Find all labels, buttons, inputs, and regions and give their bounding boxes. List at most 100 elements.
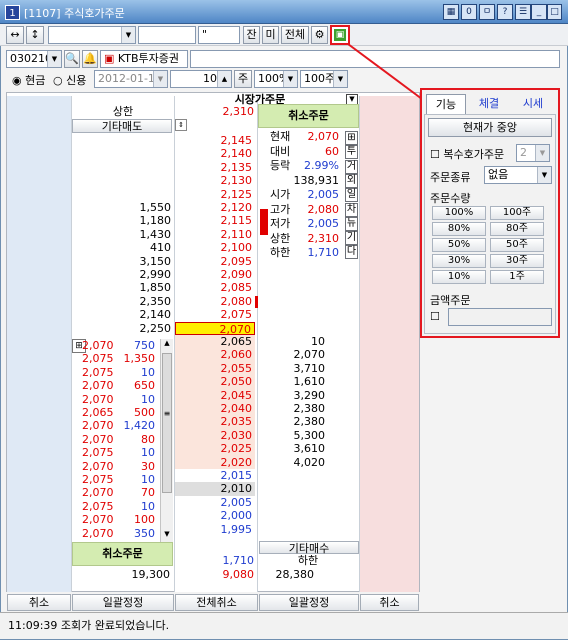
qty-button[interactable]: 30주 xyxy=(490,254,544,268)
account-name-field[interactable] xyxy=(138,26,196,44)
sell-price[interactable]: 2,090 xyxy=(175,268,255,282)
qty-button[interactable]: 50% xyxy=(432,238,486,252)
side-button[interactable]: 다 xyxy=(345,245,358,260)
qty-button[interactable]: 80% xyxy=(432,222,486,236)
side-button[interactable]: 일 xyxy=(345,188,358,203)
side-button[interactable]: 뉴 xyxy=(345,216,358,231)
sell-price[interactable]: 2,135 xyxy=(175,160,255,175)
other-sell-header[interactable]: 기타매도 xyxy=(72,119,172,133)
cash-radio[interactable]: ◉ 현금 xyxy=(12,72,45,88)
sell-order-column[interactable] xyxy=(7,96,71,592)
buy-price[interactable]: 2,045 xyxy=(175,388,255,402)
cancel-buy-button[interactable]: 취소 xyxy=(360,594,419,611)
sell-price[interactable]: 2,130 xyxy=(175,174,255,188)
side-button[interactable]: 기 xyxy=(345,231,358,246)
qty-button[interactable]: 1주 xyxy=(490,270,544,284)
sell-price[interactable]: 2,075 xyxy=(175,308,255,322)
qty-button[interactable]: 10% xyxy=(432,270,486,284)
percent-select[interactable]: 100% ▼ xyxy=(254,70,298,88)
buy-price[interactable]: 2,060 xyxy=(175,348,255,362)
buy-qty: 3,290 xyxy=(258,388,328,402)
maximize-icon[interactable]: □ xyxy=(547,4,562,20)
credit-radio[interactable]: ○ 신용 xyxy=(53,72,86,88)
arrows-vertical-icon[interactable]: ↕ xyxy=(26,26,44,44)
buy-price[interactable]: 2,065 xyxy=(175,335,255,349)
buy-price[interactable]: 2,005 xyxy=(175,495,255,510)
tab-quote[interactable]: 시세 xyxy=(512,94,554,114)
sell-price[interactable]: 2,125 xyxy=(175,187,255,201)
buy-price[interactable]: 2,025 xyxy=(175,442,255,456)
multi-order-checkbox[interactable]: ☐ 복수호가주문 xyxy=(430,146,504,162)
unfilled-button[interactable]: 미 xyxy=(262,26,279,44)
side-button[interactable]: 투 xyxy=(345,145,358,160)
buy-price[interactable]: 2,000 xyxy=(175,509,255,523)
zero-icon[interactable]: 0 xyxy=(461,4,477,20)
center-price-button[interactable]: 현재가 중앙 xyxy=(428,118,552,137)
side-button[interactable]: 외 xyxy=(345,173,358,188)
buy-price[interactable]: 2,050 xyxy=(175,375,255,389)
cancel-order-bottom[interactable]: 취소주문 xyxy=(72,542,173,566)
sell-price[interactable]: 2,095 xyxy=(175,254,255,268)
tab-function[interactable]: 기능 xyxy=(426,94,466,114)
amount-checkbox[interactable]: ☐ xyxy=(430,310,440,323)
scroll-up-icon[interactable]: ▲ xyxy=(161,339,173,351)
side-button[interactable]: ⊞ xyxy=(345,131,358,145)
link-icon[interactable]: ㅁ xyxy=(479,4,495,20)
tab-execution[interactable]: 체결 xyxy=(468,94,510,114)
batch-modify-buy-button[interactable]: 일괄정정 xyxy=(259,594,359,611)
qty-button[interactable]: 100주 xyxy=(490,206,544,220)
qty-field[interactable]: 10 ▲ xyxy=(170,70,232,88)
sell-price[interactable]: 2,140 xyxy=(175,147,255,161)
sell-price[interactable]: 2,115 xyxy=(175,214,255,228)
balance-button[interactable]: 잔 xyxy=(243,26,260,44)
password-field[interactable]: " xyxy=(198,26,240,44)
bell-icon[interactable]: 🔔 xyxy=(82,50,98,68)
sell-price[interactable]: 2,085 xyxy=(175,281,255,295)
sell-price[interactable]: 2,145 xyxy=(175,134,255,148)
side-button[interactable]: 거 xyxy=(345,159,358,174)
buy-order-column[interactable] xyxy=(360,96,419,592)
stock-code-select[interactable]: 030210 ▼ xyxy=(6,50,62,68)
multi-order-select[interactable]: 2 ▼ xyxy=(516,144,550,162)
other-buy-header[interactable]: 기타매수 xyxy=(259,541,359,555)
scroll-thumb[interactable]: ≡ xyxy=(162,353,172,493)
buy-price[interactable]: 2,020 xyxy=(175,455,255,469)
order-type-select[interactable]: 없음 ▼ xyxy=(484,166,552,184)
sell-price[interactable]: 2,110 xyxy=(175,227,255,242)
batch-modify-sell-button[interactable]: 일괄정정 xyxy=(72,594,174,611)
qty-button[interactable]: 50주 xyxy=(490,238,544,252)
date-field[interactable]: 2012-01-10 ▼ xyxy=(94,70,168,88)
search-icon[interactable]: 🔍 xyxy=(64,50,80,68)
buy-price[interactable]: 2,030 xyxy=(175,428,255,443)
arrows-horizontal-icon[interactable]: ↔ xyxy=(6,26,24,44)
qty-button[interactable]: 80주 xyxy=(490,222,544,236)
grid-icon[interactable]: ▦ xyxy=(443,4,459,20)
qty-button[interactable]: 100% xyxy=(432,206,486,220)
account-select[interactable]: ▼ xyxy=(48,26,136,44)
side-button[interactable]: 차 xyxy=(345,202,358,217)
cancel-all-button[interactable]: 전체취소 xyxy=(175,594,258,611)
menu-icon[interactable]: ☰ xyxy=(515,4,531,20)
buy-price[interactable]: 2,015 xyxy=(175,469,255,483)
all-button[interactable]: 전체 xyxy=(281,26,309,44)
sell-price[interactable]: 2,100 xyxy=(175,241,255,255)
qty-stepper[interactable]: ▲ xyxy=(217,71,231,87)
buy-price[interactable]: 2,040 xyxy=(175,402,255,416)
sell-price[interactable]: 2,070 xyxy=(175,321,255,335)
buy-price[interactable]: 2,035 xyxy=(175,415,255,429)
gear-icon[interactable]: ⚙ xyxy=(311,26,328,44)
qty-button[interactable]: 30% xyxy=(432,254,486,268)
minimize-icon[interactable]: _ xyxy=(531,4,547,20)
expand-icon[interactable]: ⇕ xyxy=(175,119,187,131)
help-icon[interactable]: ? xyxy=(497,4,513,20)
trade-scrollbar[interactable]: ▲ ≡ ▼ xyxy=(160,339,173,542)
amount-field[interactable] xyxy=(448,308,552,326)
sell-price[interactable]: 2,080 xyxy=(175,294,255,309)
cancel-sell-button[interactable]: 취소 xyxy=(7,594,71,611)
buy-price[interactable]: 1,995 xyxy=(175,522,255,536)
scroll-down-icon[interactable]: ▼ xyxy=(161,530,173,542)
buy-price[interactable]: 2,010 xyxy=(175,482,255,496)
sell-price[interactable]: 2,120 xyxy=(175,201,255,215)
sell-qty: 2,990 xyxy=(72,268,174,282)
buy-price[interactable]: 2,055 xyxy=(175,361,255,376)
